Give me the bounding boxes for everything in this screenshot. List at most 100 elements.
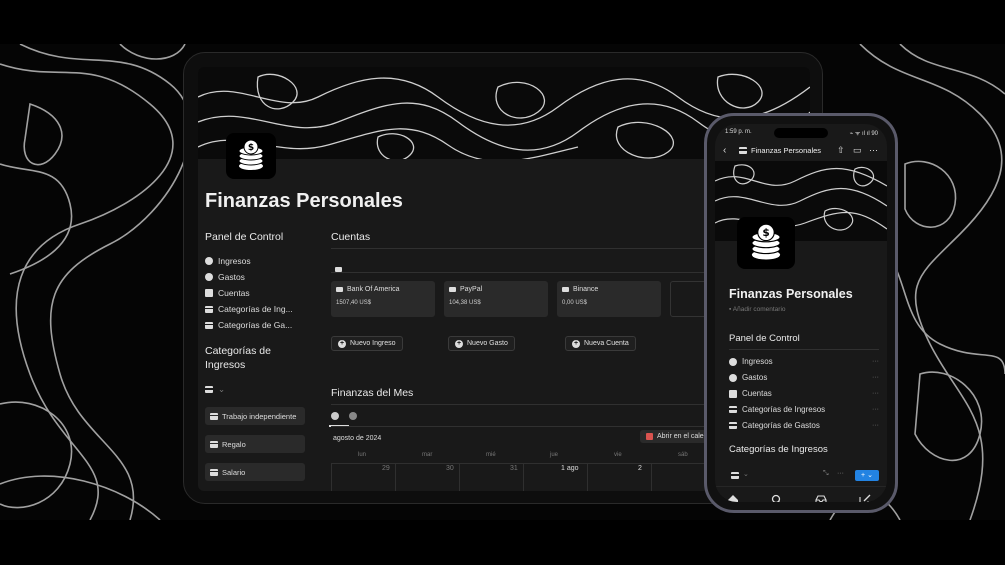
add-comment-link[interactable]: ▪ Añadir comentario (729, 306, 786, 313)
calendar-day: 1 ago (561, 465, 579, 472)
sidebar-item-gastos[interactable]: Gastos (205, 272, 245, 282)
open-calendar-button[interactable]: Abrir en el cale (640, 430, 710, 443)
plus-circle-icon: + (455, 339, 463, 348)
svg-text:$: $ (248, 143, 254, 153)
tab-gastos-icon[interactable] (349, 412, 357, 420)
new-income-button[interactable]: + Nuevo Ingreso (331, 336, 403, 351)
bottom-tab-bar (715, 486, 887, 502)
status-time: 1:59 p. m. (725, 129, 752, 135)
weekday-label: mar (422, 452, 433, 458)
list-item-categorias-ingresos[interactable]: Categorías de Ingresos ··· (729, 405, 879, 414)
categories-heading: Categorías de Ingresos (205, 345, 271, 371)
share-icon[interactable]: ⇧ (837, 145, 845, 156)
phone-device: 1:59 p. m. ⌁ ᯤ ıl ıl 90 ‹ Finanzas Perso… (704, 113, 898, 513)
inbox-icon[interactable] (815, 494, 827, 502)
arrow-down-circle-icon (729, 373, 737, 382)
coin-stack-icon (205, 305, 213, 313)
view-selector[interactable]: ⌄ (205, 384, 225, 395)
compose-icon[interactable] (859, 494, 871, 502)
dynamic-island (774, 128, 828, 138)
coin-stack-icon (739, 147, 747, 154)
categories-heading: Categorías de Ingresos (729, 444, 828, 455)
more-icon[interactable]: ⋯ (869, 145, 878, 156)
calendar-cell[interactable] (651, 464, 652, 491)
category-pill[interactable]: Salario (205, 463, 305, 481)
panel-heading: Panel de Control (205, 231, 284, 243)
nav-title: Finanzas Personales (739, 146, 821, 155)
calendar-cell[interactable] (459, 464, 460, 491)
view-tabs (331, 412, 357, 420)
sidebar-item-categorias-gastos[interactable]: Categorías de Ga... (205, 320, 292, 330)
svg-text:$: $ (762, 227, 769, 239)
page-title: Finanzas Personales (729, 287, 853, 301)
arrow-up-circle-icon (729, 357, 737, 366)
sidebar-item-categorias-ingresos[interactable]: Categorías de Ing... (205, 304, 293, 314)
list-item-cuentas[interactable]: Cuentas ··· (729, 389, 879, 398)
calendar-day: 29 (382, 465, 390, 472)
search-icon[interactable] (771, 494, 783, 502)
plus-circle-icon: + (572, 339, 580, 348)
list-item-categorias-gastos[interactable]: Categorías de Gastos ··· (729, 421, 879, 430)
coin-stack-icon (210, 412, 218, 420)
card-icon (335, 259, 342, 277)
account-card[interactable]: PayPal 104,38 US$ (444, 281, 548, 317)
status-icons: ⌁ ᯤ ıl ıl 90 (849, 131, 878, 137)
add-new-button[interactable]: + ⌄ (855, 470, 879, 481)
page-title: Finanzas Personales (205, 190, 403, 212)
sidebar-item-ingresos[interactable]: Ingresos (205, 256, 251, 266)
card-icon (205, 289, 213, 297)
more-icon[interactable]: ··· (872, 422, 879, 429)
phone-screen: 1:59 p. m. ⌁ ᯤ ıl ıl 90 ‹ Finanzas Perso… (715, 124, 887, 502)
view-toolbar: ⌄ ⤡ ··· + ⌄ (729, 470, 879, 482)
category-pill[interactable]: Regalo (205, 435, 305, 453)
new-account-button[interactable]: + Nueva Cuenta (565, 336, 636, 351)
weekday-label: vie (614, 452, 622, 458)
calendar-day: 31 (510, 465, 518, 472)
plus-circle-icon: + (338, 339, 346, 348)
weekday-label: lun (358, 452, 367, 458)
calendar-cell[interactable] (395, 464, 396, 491)
card-icon (449, 287, 456, 292)
card-icon (729, 389, 737, 398)
calendar-icon (646, 433, 653, 440)
coin-stack-icon[interactable] (731, 472, 739, 479)
home-icon[interactable] (727, 494, 739, 502)
account-card[interactable]: Binance 0,00 US$ (557, 281, 661, 317)
weekday-label: sáb (678, 452, 688, 458)
calendar-day: 30 (446, 465, 454, 472)
coin-stack-icon: $ (226, 133, 276, 179)
sidebar-item-cuentas[interactable]: Cuentas (205, 288, 250, 298)
more-icon[interactable]: ··· (837, 470, 844, 477)
coin-stack-icon: $ (737, 217, 795, 269)
divider (729, 349, 879, 350)
new-expense-button[interactable]: + Nuevo Gasto (448, 336, 515, 351)
month-heading: Finanzas del Mes (331, 387, 414, 399)
card-icon (336, 287, 343, 292)
calendar-cell[interactable] (331, 464, 332, 491)
phone-nav-bar: ‹ Finanzas Personales ⇧ ▭ ⋯ (715, 142, 887, 160)
more-icon[interactable]: ··· (872, 374, 879, 381)
list-item-gastos[interactable]: Gastos ··· (729, 373, 879, 382)
arrow-up-circle-icon (205, 257, 213, 265)
more-icon[interactable]: ··· (872, 390, 879, 397)
coin-stack-icon (729, 422, 737, 429)
chevron-down-icon[interactable]: ⌄ (743, 470, 749, 478)
category-pill[interactable]: Trabajo independiente (205, 407, 305, 425)
calendar-cell[interactable] (587, 464, 588, 491)
list-item-ingresos[interactable]: Ingresos ··· (729, 357, 879, 366)
expand-icon[interactable]: ⤡ (823, 470, 829, 478)
calendar-cell[interactable] (523, 464, 524, 491)
more-icon[interactable]: ··· (872, 358, 879, 365)
tab-ingresos-icon[interactable] (331, 412, 339, 420)
arrow-down-circle-icon (205, 273, 213, 281)
calendar-day: 2 (638, 465, 642, 472)
panel-heading: Panel de Control (729, 333, 800, 344)
comment-icon[interactable]: ▭ (853, 145, 862, 156)
coin-stack-icon (210, 468, 218, 476)
accounts-heading: Cuentas (331, 231, 371, 243)
weekday-label: jue (550, 452, 559, 458)
account-card[interactable]: Bank Of America 1507,40 US$ (331, 281, 435, 317)
weekday-label: mié (486, 452, 496, 458)
more-icon[interactable]: ··· (872, 406, 879, 413)
back-icon[interactable]: ‹ (723, 145, 726, 156)
